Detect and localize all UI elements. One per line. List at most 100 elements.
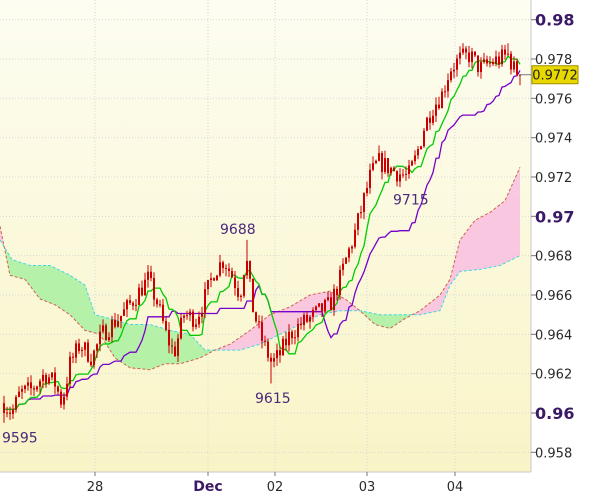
candle-body [474, 51, 476, 56]
candle [243, 274, 245, 299]
candle-body [429, 117, 431, 123]
candle-body [219, 262, 221, 276]
candle-body [141, 287, 143, 296]
candle-body [255, 312, 257, 322]
candle-body [12, 409, 14, 414]
candle-body [108, 337, 110, 341]
candle-body [249, 260, 251, 279]
candle-body [438, 104, 440, 109]
x-tick-label: 28 [87, 480, 104, 495]
candle-body [324, 299, 326, 312]
candle-body [156, 299, 158, 305]
candle-body [516, 61, 518, 75]
candle-body [18, 391, 20, 397]
candle-body [366, 188, 368, 194]
candle [426, 116, 428, 132]
candle [339, 265, 341, 300]
candle [282, 335, 284, 356]
candle-body [495, 56, 497, 65]
ichimoku-chart: 0.980.9780.9760.9740.9720.970.9680.9660.… [0, 0, 600, 497]
candle-body [138, 287, 140, 305]
candle [423, 127, 425, 148]
candle-body [228, 268, 230, 271]
price-annotation-label: 9595 [2, 431, 38, 447]
candle-body [264, 340, 266, 342]
candle-body [342, 263, 344, 270]
candle-body [63, 396, 65, 405]
candle-body [402, 174, 404, 176]
y-tick-label: 0.966 [535, 289, 572, 304]
candle-body [207, 280, 209, 290]
x-tick-label: 03 [359, 480, 376, 495]
candle [105, 323, 107, 341]
candle-body [120, 315, 122, 322]
candle-body [285, 338, 287, 346]
candle-body [258, 321, 260, 323]
candle-body [231, 270, 233, 278]
y-tick-label: 0.958 [535, 446, 572, 461]
candle-body [273, 358, 275, 362]
candle-body [54, 372, 56, 387]
candle-body [30, 382, 32, 389]
candle-body [117, 321, 119, 327]
candle-body [123, 309, 125, 316]
candle-body [468, 52, 470, 63]
candle-body [339, 269, 341, 295]
price-annotation-label: 9615 [255, 391, 291, 407]
candle-body [453, 69, 455, 72]
candle-body [501, 49, 503, 65]
candle-body [432, 115, 434, 123]
candle-body [69, 356, 71, 384]
candle-body [405, 173, 407, 175]
candle-body [252, 278, 254, 313]
candle-body [318, 303, 320, 307]
candle-body [237, 288, 239, 297]
candle-body [144, 279, 146, 296]
candle-body [387, 158, 389, 174]
candle-body [81, 349, 83, 352]
candle-body [192, 311, 194, 327]
candle-body [276, 350, 278, 359]
y-tick-label: 0.98 [535, 11, 574, 30]
candle-body [447, 80, 449, 92]
candle-body [33, 388, 35, 390]
candle-body [21, 389, 23, 392]
candle-body [111, 319, 113, 338]
candle-body [378, 153, 380, 161]
candle-body [60, 391, 62, 405]
candle-body [498, 56, 500, 65]
candle-body [411, 161, 413, 166]
candle-body [351, 246, 353, 249]
candle-body [198, 316, 200, 325]
candle-body [246, 260, 248, 276]
x-tick-label: 02 [267, 480, 284, 495]
candle-body [171, 345, 173, 347]
candle-body [99, 331, 101, 345]
candle-body [132, 302, 134, 306]
y-tick-label: 0.96 [535, 404, 574, 423]
candle-body [234, 277, 236, 289]
candle-body [423, 130, 425, 147]
candle-body [417, 149, 419, 156]
candle-body [240, 295, 242, 297]
candle-body [222, 262, 224, 268]
candle-body [42, 374, 44, 382]
candle-body [168, 329, 170, 346]
candle-body [36, 386, 38, 390]
candle-body [165, 320, 167, 330]
candle-body [93, 350, 95, 366]
candle-body [465, 48, 467, 53]
candle-body [357, 213, 359, 230]
y-tick-label: 0.97 [535, 207, 574, 226]
candle-body [369, 169, 371, 189]
candle [87, 339, 89, 363]
x-tick-label: 04 [447, 480, 464, 495]
y-tick-label: 0.976 [535, 92, 572, 107]
candle-body [27, 382, 29, 386]
candle-body [399, 174, 401, 182]
candle-body [456, 58, 458, 70]
candle-body [294, 337, 296, 339]
candle-body [201, 312, 203, 317]
candle-body [363, 193, 365, 213]
candle [252, 278, 254, 313]
